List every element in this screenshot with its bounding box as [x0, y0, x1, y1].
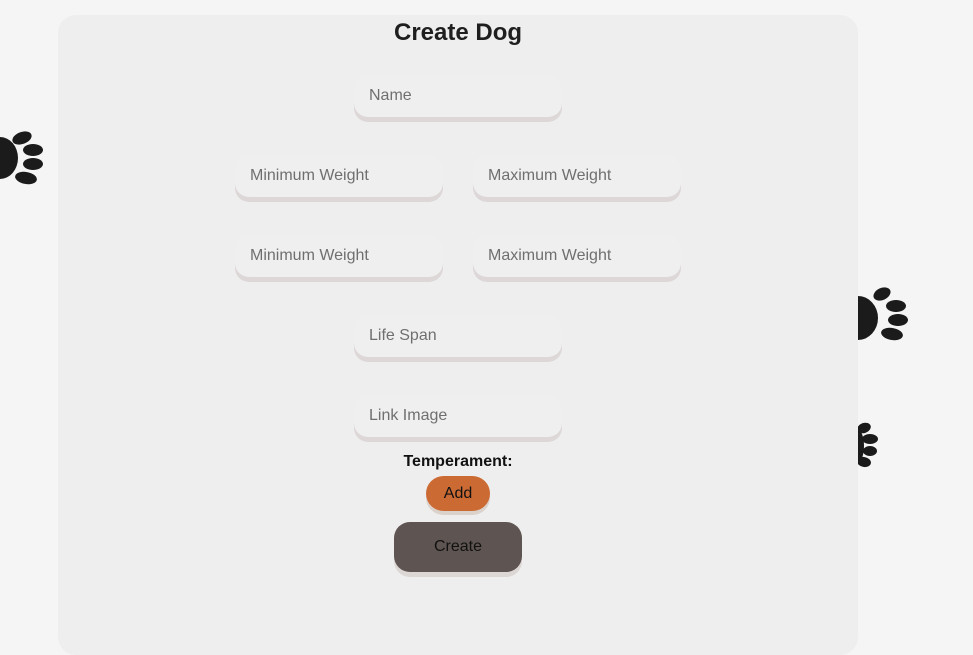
- name-input[interactable]: [354, 75, 562, 117]
- create-dog-form: Create Dog Temperament: Add Create: [58, 15, 858, 655]
- create-button[interactable]: Create: [394, 522, 522, 572]
- max-height-input[interactable]: [473, 155, 681, 197]
- paw-print-icon: [858, 422, 878, 468]
- life-span-input[interactable]: [354, 315, 562, 357]
- min-height-input[interactable]: [235, 155, 443, 197]
- min-weight-input[interactable]: [235, 235, 443, 277]
- paw-print-icon: [858, 287, 908, 341]
- paw-print-icon: [0, 131, 43, 185]
- form-title: Create Dog: [393, 19, 523, 46]
- add-temperament-button[interactable]: Add: [426, 476, 490, 511]
- image-link-input[interactable]: [354, 395, 562, 437]
- max-weight-input[interactable]: [473, 235, 681, 277]
- temperament-label: Temperament:: [403, 453, 513, 470]
